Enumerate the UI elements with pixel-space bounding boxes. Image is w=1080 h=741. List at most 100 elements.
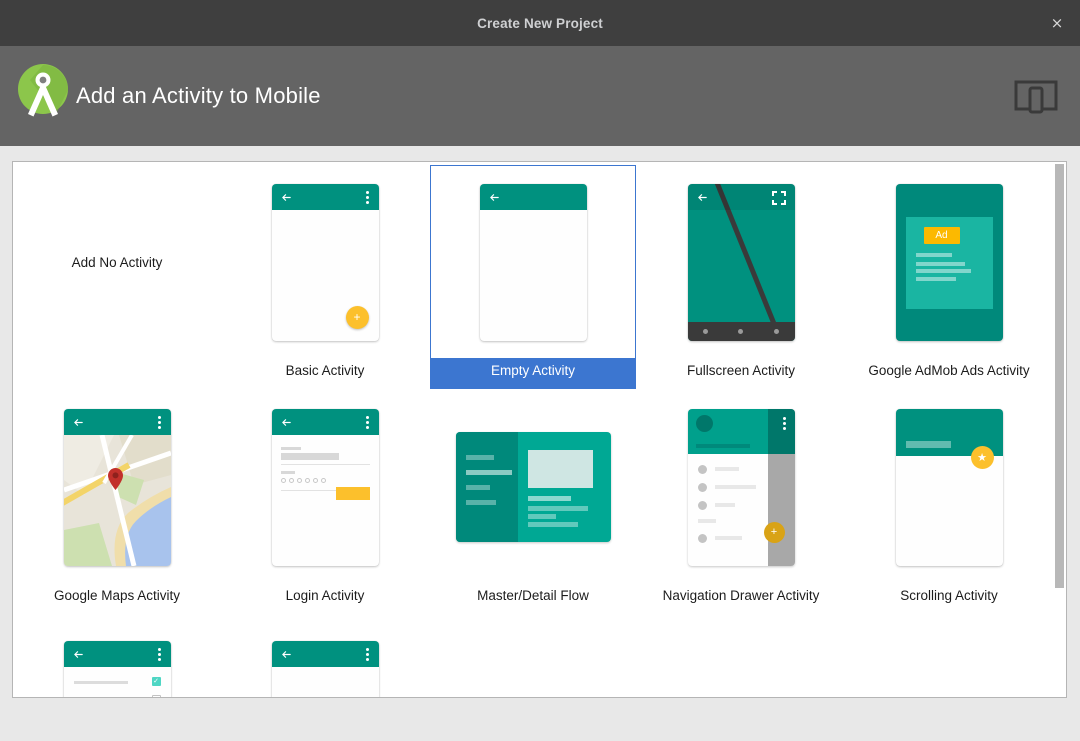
ad-badge: Ad (923, 226, 960, 244)
page-title: Add an Activity to Mobile (76, 83, 321, 108)
window-title: Create New Project (477, 15, 603, 31)
drawer-item-icon (697, 482, 707, 492)
scrolling-activity-preview: ★ (895, 408, 1003, 566)
detail-text-bar (527, 522, 578, 528)
activity-tile-label: Navigation Drawer Activity (662, 588, 820, 604)
tile-thumbnail (223, 391, 427, 583)
activity-tile-scrolling-activity[interactable]: ★ Scrolling Activity (846, 390, 1052, 614)
drawer-item-label (714, 502, 735, 507)
activity-tile-add-no-activity[interactable]: Add No Activity (14, 165, 220, 389)
activity-tile-label: Add No Activity (71, 254, 163, 270)
text-line (915, 252, 952, 257)
back-arrow-icon (281, 418, 291, 426)
app-bar (271, 408, 379, 435)
system-navigation-bar (687, 321, 795, 341)
floating-action-button-icon: + (763, 521, 785, 543)
app-bar (63, 408, 171, 435)
back-arrow-icon (73, 418, 83, 426)
drawer-item-icon (697, 500, 707, 510)
list-item-bar (465, 485, 490, 491)
device-form-factor-icon[interactable] (1012, 74, 1060, 118)
list-item-bar (465, 455, 494, 461)
close-icon[interactable]: × (1034, 0, 1080, 46)
password-field-dots (280, 477, 326, 483)
tile-thumbnail: + (639, 391, 843, 583)
text-line (915, 268, 971, 273)
activity-tile-google-maps-activity[interactable]: Google Maps Activity (14, 390, 220, 614)
activity-template-grid: Add No Activity + Basic Activity Empty A… (13, 162, 1059, 697)
detail-text-bar (527, 496, 571, 502)
back-arrow-icon (73, 651, 83, 658)
activity-tile-empty-activity[interactable]: Empty Activity (430, 165, 636, 389)
email-field-value (280, 452, 339, 460)
drawer-item-label (714, 466, 739, 471)
back-arrow-icon (697, 193, 707, 201)
email-field-label (280, 446, 301, 450)
password-field-label (280, 470, 295, 474)
activity-tile-google-admob-ads-activity[interactable]: Ad Google AdMob Ads Activity (846, 165, 1052, 389)
activity-tile-master-detail-flow[interactable]: Master/Detail Flow (430, 390, 636, 614)
activity-tile-login-activity[interactable]: Login Activity (222, 390, 428, 614)
overflow-menu-icon (365, 190, 369, 204)
detail-text-bar (527, 514, 556, 520)
fullscreen-activity-preview (687, 183, 795, 341)
gallery-scrollbar-thumb[interactable] (1055, 164, 1064, 588)
master-detail-preview (455, 432, 611, 543)
app-bar (271, 183, 379, 210)
map-canvas (63, 434, 171, 566)
activity-tile-label: Google AdMob Ads Activity (868, 363, 1030, 379)
map-graphic (63, 434, 171, 566)
tabbed-activity-preview (271, 641, 379, 697)
wizard-header: Add an Activity to Mobile (0, 46, 1080, 146)
floating-action-button-icon: ★ (970, 445, 994, 469)
tile-thumbnail (431, 166, 635, 358)
activity-tile-settings-activity[interactable]: ✓ (14, 615, 220, 697)
android-studio-logo-icon (18, 64, 68, 117)
drawer-section-divider (697, 518, 716, 523)
tile-thumbnail (639, 166, 843, 358)
gallery-scrollbar-track[interactable] (1055, 163, 1065, 697)
activity-tile-label: Fullscreen Activity (686, 363, 796, 379)
tile-thumbnail: + (223, 166, 427, 358)
tile-thumbnail: Add No Activity (15, 166, 219, 358)
drawer-item-icon (697, 464, 707, 474)
overflow-menu-icon (782, 416, 786, 430)
activity-tile-fullscreen-activity[interactable]: Fullscreen Activity (638, 165, 844, 389)
text-line (915, 276, 956, 281)
activity-tile-tabbed-activity[interactable] (222, 615, 428, 697)
activity-tile-navigation-drawer-activity[interactable]: + Navigation Drawer Activity (638, 390, 844, 614)
tile-thumbnail (431, 391, 635, 583)
tile-thumbnail (223, 616, 427, 697)
detail-image-placeholder (527, 450, 593, 489)
back-arrow-icon (281, 651, 291, 658)
activity-tile-label: Login Activity (285, 588, 365, 604)
expand-fullscreen-icon (771, 190, 786, 205)
basic-activity-preview: + (271, 183, 379, 341)
window-title-bar: Create New Project × (0, 0, 1080, 46)
tile-thumbnail: ✓ (15, 616, 219, 697)
drawer-item-label (714, 484, 756, 489)
app-bar-title-bar (905, 440, 951, 448)
overflow-menu-icon (157, 648, 161, 661)
drawer-item-icon (697, 533, 707, 543)
drawer-header (687, 408, 768, 454)
gallery-viewport: Add No Activity + Basic Activity Empty A… (13, 162, 1059, 697)
activity-tile-label: Master/Detail Flow (477, 588, 589, 604)
setting-row-label (73, 681, 128, 684)
floating-action-button-icon: + (345, 305, 369, 329)
email-field-underline (280, 463, 370, 465)
tile-thumbnail (15, 391, 219, 583)
back-arrow-icon (281, 193, 291, 201)
app-bar (63, 641, 171, 667)
app-bar (479, 183, 587, 210)
activity-tile-basic-activity[interactable]: + Basic Activity (222, 165, 428, 389)
tile-thumbnail: ★ (847, 391, 1051, 583)
app-bar (271, 641, 379, 667)
sign-in-button-mock (335, 486, 370, 500)
maps-activity-preview (63, 408, 171, 566)
list-item-bar (465, 500, 496, 506)
activity-tile-label: Google Maps Activity (53, 588, 181, 604)
account-name-bar (695, 443, 750, 448)
navigation-drawer-preview: + (687, 408, 795, 566)
overflow-menu-icon (157, 415, 161, 429)
